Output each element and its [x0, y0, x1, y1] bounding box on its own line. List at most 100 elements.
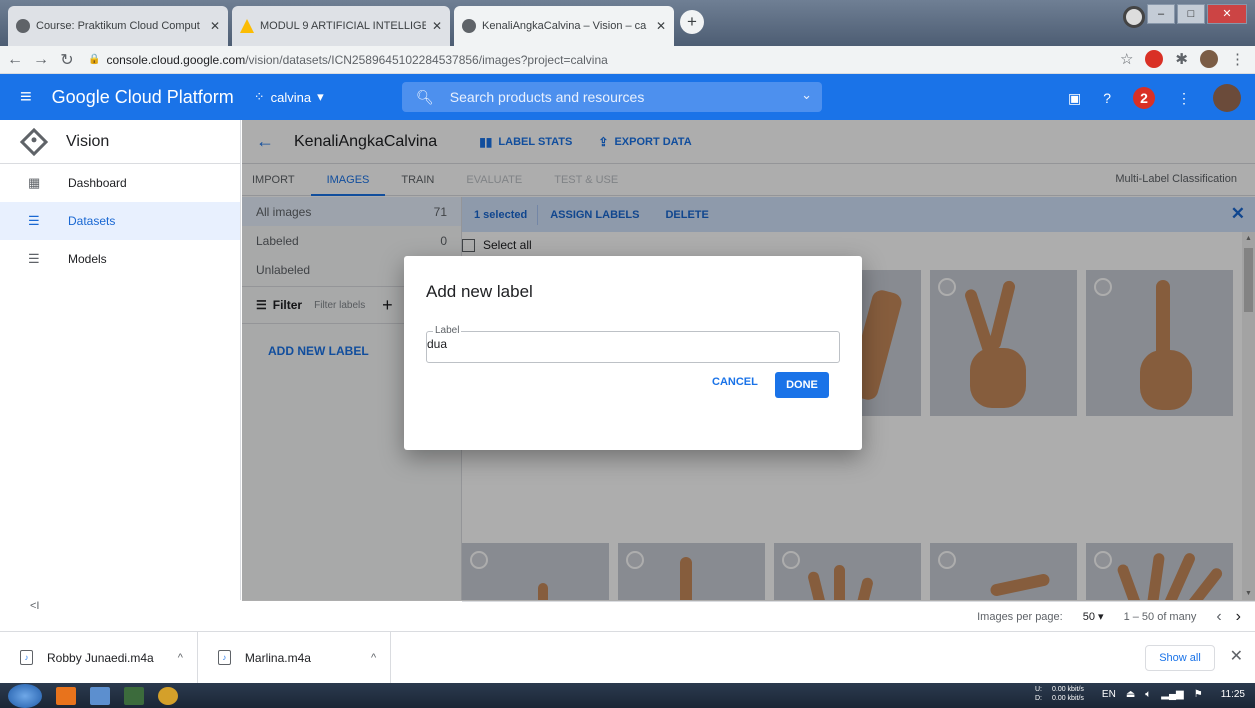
maximize-button[interactable]: □ [1177, 4, 1205, 24]
window-controls: – □ ✕ [1145, 4, 1247, 24]
sidebar-item-label: Datasets [68, 214, 116, 228]
globe-icon [16, 19, 30, 33]
signal-icon[interactable]: ▂▄▆ [1161, 689, 1183, 700]
sidebar-item-dashboard[interactable]: ▦ Dashboard [0, 164, 240, 202]
search-input[interactable]: 🔍︎ Search products and resources ⌄ [402, 82, 822, 112]
search-placeholder: Search products and resources [449, 89, 645, 105]
browser-tab-course[interactable]: Course: Praktikum Cloud Comput ✕ [8, 6, 228, 46]
audio-file-icon: ♪ [217, 650, 231, 665]
cancel-button[interactable]: CANCEL [712, 376, 758, 388]
notifications-badge[interactable]: 2 [1133, 87, 1155, 109]
product-header: Vision [0, 120, 240, 164]
hamburger-menu-icon[interactable]: ≡ [20, 86, 32, 109]
address-actions: ☆ ✱ ⋮ [1108, 50, 1245, 68]
collapse-sidebar-button[interactable]: <I [30, 600, 39, 612]
profile-icon[interactable] [1123, 6, 1145, 28]
more-options-icon[interactable]: ⋮ [1177, 90, 1191, 107]
dropdown-icon: ▾ [317, 89, 324, 104]
url-field[interactable]: 🔒 console.cloud.google.com/vision/datase… [88, 53, 608, 67]
window-close-button[interactable]: ✕ [1207, 4, 1247, 24]
sidebar-item-label: Models [68, 252, 107, 266]
address-bar: ← → ↻ 🔒 console.cloud.google.com/vision/… [0, 46, 1255, 74]
project-dots-icon: ⁘ [253, 89, 265, 104]
chevron-up-icon[interactable]: ^ [371, 652, 376, 664]
chevron-up-icon[interactable]: ^ [178, 652, 183, 664]
label-input[interactable]: Label dua [426, 325, 840, 363]
product-name: Vision [66, 132, 110, 150]
search-icon: 🔍︎ [416, 88, 434, 105]
chrome-icon[interactable] [158, 686, 178, 705]
minimize-button[interactable]: – [1147, 4, 1175, 24]
tab-title: KenaliAngkaCalvina – Vision – ca [482, 20, 647, 32]
gcp-header: ≡ Google Cloud Platform ⁘ calvina ▾ 🔍︎ S… [0, 74, 1255, 120]
back-arrow-icon[interactable]: ← [4, 51, 26, 69]
flag-icon[interactable]: ⚑ [1194, 689, 1203, 700]
label-field-value: dua [427, 337, 448, 351]
left-sidebar: Vision ▦ Dashboard ☰ Datasets ☰ Models <… [0, 120, 241, 612]
download-item[interactable]: ♪ Robby Junaedi.m4a ^ [0, 631, 198, 684]
download-speed: 0.00 kbit/s [1051, 695, 1084, 702]
sidebar-item-datasets[interactable]: ☰ Datasets [0, 202, 240, 240]
sidebar-item-models[interactable]: ☰ Models [0, 240, 240, 278]
windows-taskbar: U: D: 0.00 kbit/s 0.00 kbit/s EN ⏏ 🔈︎ ▂▄… [0, 683, 1255, 708]
show-all-button[interactable]: Show all [1145, 645, 1215, 671]
download-filename: Robby Junaedi.m4a [47, 650, 154, 665]
project-name: calvina [270, 89, 312, 105]
add-label-dialog: Add new label Label dua CANCEL DONE [404, 256, 862, 450]
list-icon: ☰ [28, 213, 40, 228]
menu-kebab-icon[interactable]: ⋮ [1230, 50, 1245, 68]
bookmark-star-icon[interactable]: ☆ [1120, 50, 1133, 68]
chevron-down-icon[interactable]: ⌄ [801, 87, 812, 103]
per-page-value: 50 [1082, 611, 1095, 623]
browser-tab-modul[interactable]: MODUL 9 ARTIFICIAL INTELLIGEN ✕ [232, 6, 450, 46]
language-indicator[interactable]: EN [1102, 689, 1116, 700]
page-range: 1 – 50 of many [1123, 610, 1197, 623]
system-tray: U: D: 0.00 kbit/s 0.00 kbit/s EN ⏏ 🔈︎ ▂▄… [1035, 685, 1245, 703]
adblock-extension-icon[interactable] [1145, 50, 1164, 68]
platform-title[interactable]: Google Cloud Platform [52, 87, 234, 108]
per-page-select[interactable]: 50 ▾ [1083, 610, 1104, 623]
download-label: D: [1034, 695, 1042, 702]
lock-icon: 🔒 [88, 54, 101, 65]
upload-label: U: [1034, 686, 1042, 693]
start-button[interactable] [8, 683, 42, 708]
browser-tab-vision[interactable]: KenaliAngkaCalvina – Vision – ca ✕ [454, 6, 674, 46]
download-item[interactable]: ♪ Marlina.m4a ^ [198, 631, 392, 684]
download-filename: Marlina.m4a [244, 650, 311, 665]
project-selector[interactable]: ⁘ calvina ▾ [254, 89, 324, 105]
next-page-icon[interactable]: › [1236, 608, 1241, 626]
images-per-page-label: Images per page: [977, 610, 1063, 623]
tab-title: MODUL 9 ARTIFICIAL INTELLIGEN [260, 20, 426, 32]
upload-speed: 0.00 kbit/s [1051, 686, 1084, 693]
help-icon[interactable]: ? [1103, 90, 1111, 106]
user-avatar[interactable] [1213, 84, 1241, 112]
cloud-shell-icon[interactable]: ▣ [1068, 90, 1081, 107]
forward-arrow-icon[interactable]: → [30, 51, 52, 69]
dashboard-icon: ▦ [28, 175, 41, 190]
label-field-label: Label [433, 325, 462, 336]
close-icon[interactable]: ✕ [656, 19, 666, 33]
clock[interactable]: 11:25 [1221, 689, 1245, 700]
gcp-icon [462, 19, 476, 33]
new-tab-button[interactable]: + [680, 10, 704, 34]
app-icon[interactable] [124, 686, 144, 705]
usb-icon[interactable]: ⏏ [1126, 689, 1135, 700]
close-icon[interactable]: ✕ [1230, 646, 1243, 666]
close-icon[interactable]: ✕ [210, 19, 220, 33]
reload-icon[interactable]: ↻ [56, 50, 78, 70]
vision-logo-icon [19, 127, 49, 156]
prev-page-icon[interactable]: ‹ [1216, 608, 1221, 626]
sidebar-item-label: Dashboard [68, 176, 127, 190]
media-player-icon[interactable] [56, 686, 76, 705]
file-explorer-icon[interactable] [90, 686, 110, 705]
extensions-puzzle-icon[interactable]: ✱ [1175, 50, 1188, 68]
volume-icon[interactable]: 🔈︎ [1145, 689, 1151, 700]
done-button[interactable]: DONE [775, 372, 829, 398]
browser-tabstrip: Course: Praktikum Cloud Comput ✕ MODUL 9… [0, 0, 1255, 46]
header-actions: ▣ ? 2 ⋮ [1046, 84, 1241, 112]
net-labels: U: D: [1035, 685, 1042, 703]
close-icon[interactable]: ✕ [432, 19, 442, 33]
pagination: Images per page: 50 ▾ 1 – 50 of many ‹ › [462, 601, 1255, 631]
browser-avatar[interactable] [1200, 50, 1218, 68]
dialog-title: Add new label [426, 282, 533, 301]
